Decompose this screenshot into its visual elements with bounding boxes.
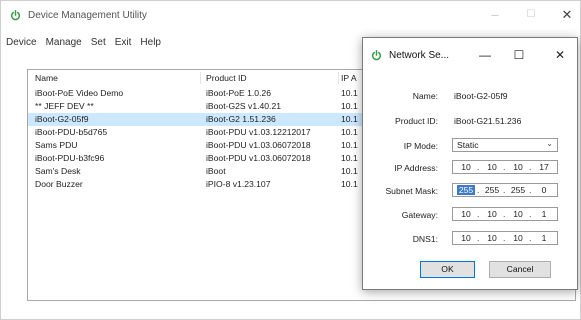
device-name: Door Buzzer: [35, 179, 83, 189]
minimize-button[interactable]: –: [485, 5, 505, 25]
device-product-id: iBoot-PDU v1.03.06072018: [206, 153, 311, 163]
gateway-label: Gateway:: [401, 210, 438, 220]
gateway-octet[interactable]: 10: [457, 209, 475, 219]
octet-separator: .: [529, 233, 532, 243]
device-product-id: iBoot-G2S v1.40.21: [206, 101, 282, 111]
dns1-octet[interactable]: 10: [509, 233, 527, 243]
device-name: Sams PDU: [35, 140, 78, 150]
device-ip: 10.1: [341, 127, 358, 137]
dns1-label: DNS1:: [412, 234, 438, 244]
device-ip: 10.1: [341, 114, 358, 124]
menu-device[interactable]: Device: [6, 37, 37, 51]
device-name: iBoot-PoE Video Demo: [35, 88, 124, 98]
octet-separator: .: [477, 162, 480, 172]
dialog-close-button[interactable]: ✕: [551, 46, 569, 64]
octet-separator: .: [477, 185, 480, 195]
device-ip: 10.1: [341, 88, 358, 98]
name-label: Name:: [412, 91, 438, 101]
ip-address-field[interactable]: 10 . 10 . 10 . 17: [452, 160, 558, 174]
device-ip: 10.1: [341, 179, 358, 189]
power-icon: [371, 50, 382, 61]
title-bar[interactable]: Device Management Utility – ☐ ✕: [1, 1, 580, 29]
device-product-id: iBoot-PDU v1.03.06072018: [206, 140, 311, 150]
dns1-octet[interactable]: 10: [483, 233, 501, 243]
octet-separator: .: [477, 209, 480, 219]
octet-separator: .: [529, 162, 532, 172]
chevron-down-icon: ⌄: [546, 139, 553, 148]
name-value: iBoot-G2-05f9: [454, 91, 508, 101]
device-product-id: iPIO-8 v1.23.107: [206, 179, 271, 189]
subnet-mask-label: Subnet Mask:: [385, 186, 438, 196]
menu-exit[interactable]: Exit: [115, 37, 132, 51]
ok-button[interactable]: OK: [420, 261, 475, 278]
octet-separator: .: [477, 233, 480, 243]
power-icon: [10, 10, 21, 21]
octet-separator: .: [529, 185, 532, 195]
dialog-minimize-button[interactable]: —: [476, 46, 494, 64]
ip-octet[interactable]: 10: [509, 162, 527, 172]
octet-separator: .: [503, 233, 506, 243]
octet-separator: .: [503, 162, 506, 172]
menu-help[interactable]: Help: [140, 37, 161, 51]
subnet-octet-selected[interactable]: 255: [457, 185, 475, 195]
ip-mode-select[interactable]: Static ⌄: [452, 138, 558, 152]
product-id-value: iBoot-G21.51.236: [454, 116, 522, 126]
device-product-id: iBoot-G2 1.51.236: [206, 114, 276, 124]
column-header-ip[interactable]: IP A: [341, 73, 363, 83]
octet-separator: .: [503, 185, 506, 195]
ip-mode-value: Static: [457, 140, 479, 150]
dns1-octet[interactable]: 10: [457, 233, 475, 243]
device-product-id: iBoot-PoE 1.0.26: [206, 88, 271, 98]
device-product-id: iBoot: [206, 166, 226, 176]
device-name: Sam's Desk: [35, 166, 81, 176]
network-settings-dialog: Network Se... — ☐ ✕ Name: iBoot-G2-05f9 …: [362, 37, 578, 290]
column-header-name[interactable]: Name: [35, 73, 195, 83]
device-name: ** JEFF DEV **: [35, 101, 94, 111]
maximize-button[interactable]: ☐: [521, 5, 541, 25]
gateway-field[interactable]: 10 . 10 . 10 . 1: [452, 207, 558, 221]
menu-set[interactable]: Set: [91, 37, 106, 51]
ip-octet[interactable]: 17: [535, 162, 553, 172]
product-id-label: Product ID:: [395, 116, 438, 126]
gateway-octet[interactable]: 10: [509, 209, 527, 219]
device-name: iBoot-PDU-b5d765: [35, 127, 108, 137]
device-ip: 10.1: [341, 140, 358, 150]
octet-separator: .: [529, 209, 532, 219]
device-name: iBoot-G2-05f9: [35, 114, 89, 124]
dns1-field[interactable]: 10 . 10 . 10 . 1: [452, 231, 558, 245]
ip-address-label: IP Address:: [394, 163, 438, 173]
device-ip: 10.1: [341, 101, 358, 111]
dialog-title: Network Se...: [389, 50, 450, 61]
gateway-octet[interactable]: 10: [483, 209, 501, 219]
dialog-maximize-button[interactable]: ☐: [510, 46, 528, 64]
window-title: Device Management Utility: [28, 10, 147, 21]
subnet-octet[interactable]: 255: [509, 185, 527, 195]
column-header-product-id[interactable]: Product ID: [206, 73, 346, 83]
device-ip: 10.1: [341, 153, 358, 163]
ip-octet[interactable]: 10: [457, 162, 475, 172]
header-divider[interactable]: [338, 72, 339, 84]
close-button[interactable]: ✕: [557, 5, 577, 25]
menu-manage[interactable]: Manage: [46, 37, 82, 51]
device-name: iBoot-PDU-b3fc96: [35, 153, 105, 163]
dns1-octet[interactable]: 1: [535, 233, 553, 243]
ip-octet[interactable]: 10: [483, 162, 501, 172]
cancel-button[interactable]: Cancel: [489, 261, 551, 278]
menu-bar: Device Manage Set Exit Help: [1, 37, 170, 51]
device-ip: 10.1: [341, 166, 358, 176]
device-product-id: iBoot-PDU v1.03.12212017: [206, 127, 311, 137]
header-divider[interactable]: [200, 72, 201, 84]
subnet-mask-field[interactable]: 255 . 255 . 255 . 0: [452, 183, 558, 197]
octet-separator: .: [503, 209, 506, 219]
ip-mode-label: IP Mode:: [403, 141, 438, 151]
gateway-octet[interactable]: 1: [535, 209, 553, 219]
subnet-octet[interactable]: 0: [535, 185, 553, 195]
subnet-octet[interactable]: 255: [483, 185, 501, 195]
